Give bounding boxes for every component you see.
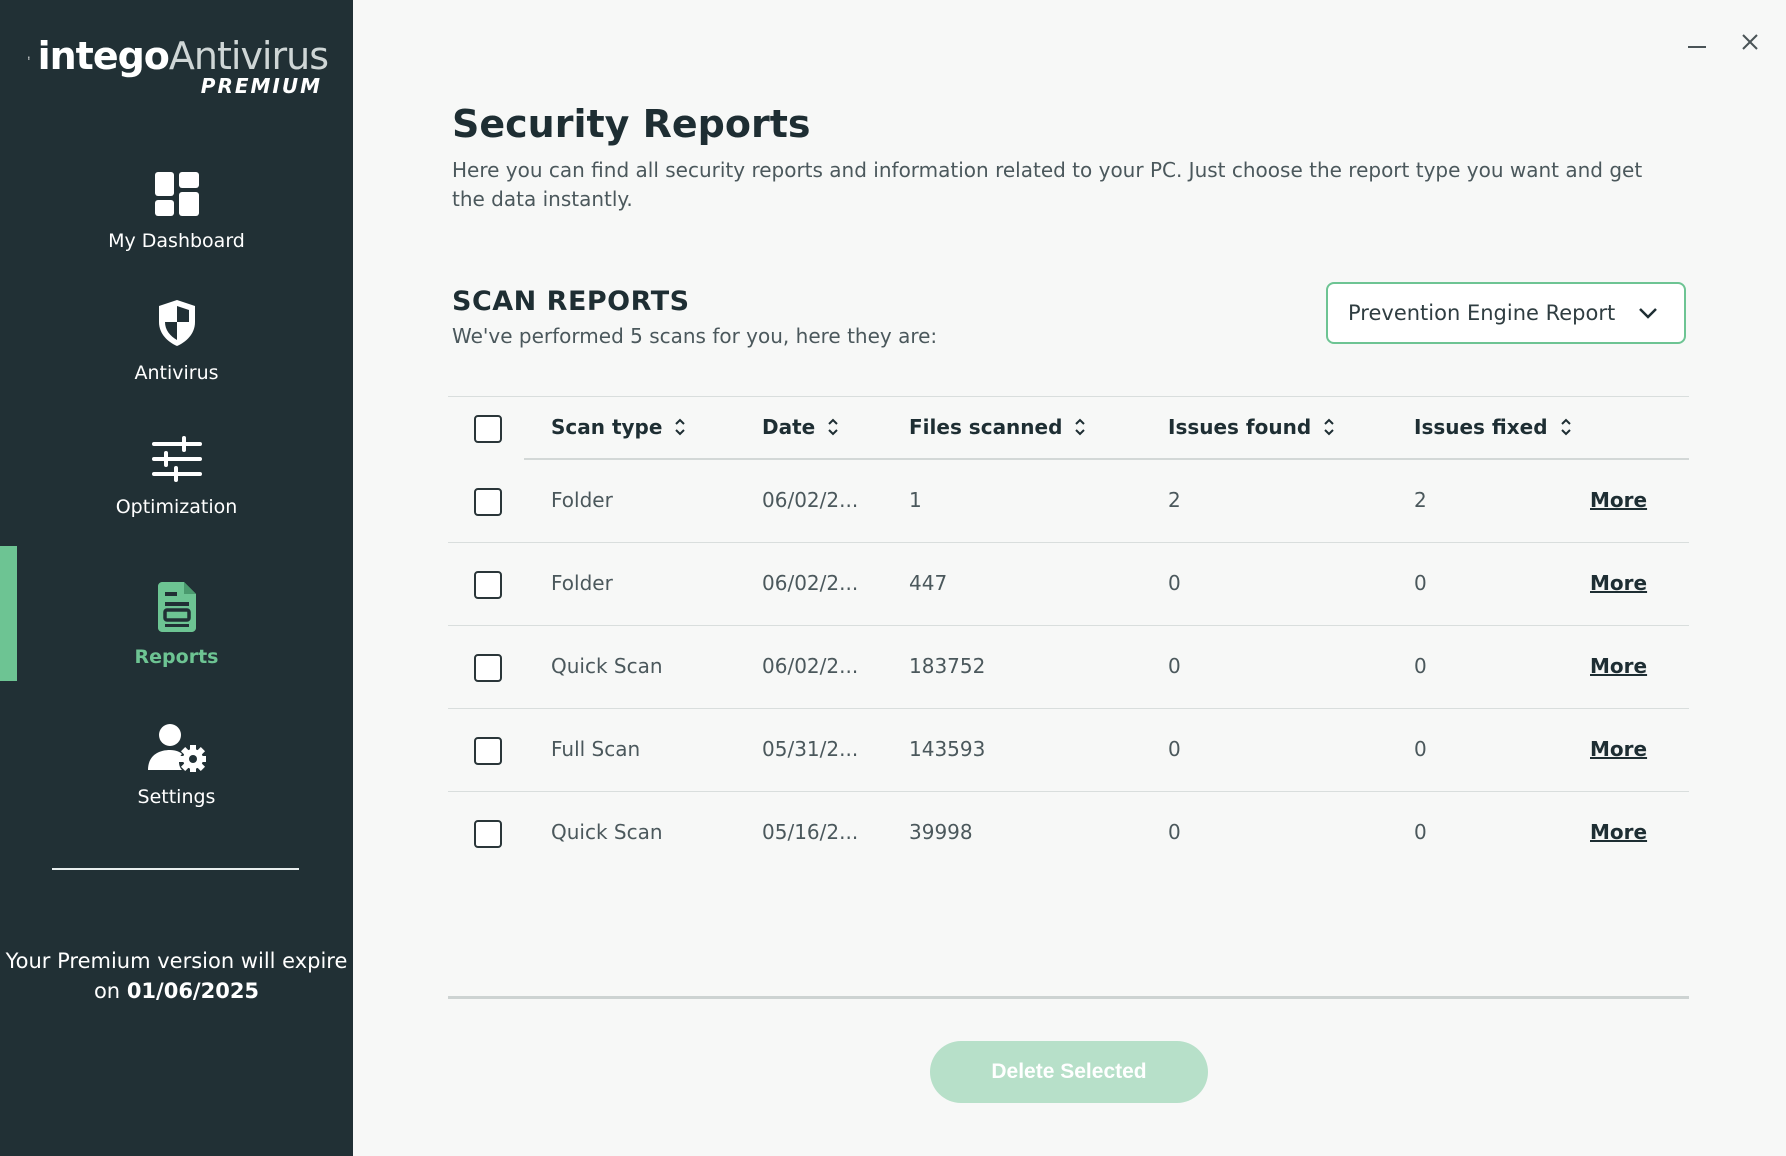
cell-files-scanned: 183752: [909, 654, 986, 678]
table-row: Full Scan 05/31/2... 143593 0 0 More: [448, 709, 1689, 792]
row-checkbox[interactable]: [474, 488, 502, 516]
cell-issues-fixed: 2: [1414, 488, 1427, 512]
table-row: Folder 06/02/2... 1 2 2 More: [448, 460, 1689, 543]
cell-issues-found: 0: [1168, 737, 1181, 761]
cell-issues-found: 2: [1168, 488, 1181, 512]
column-header-date[interactable]: Date: [762, 415, 839, 439]
more-link[interactable]: More: [1590, 571, 1647, 595]
section-subtitle: We've performed 5 scans for you, here th…: [452, 324, 938, 348]
more-link[interactable]: More: [1590, 737, 1647, 761]
table-row: Quick Scan 06/02/2... 183752 0 0 More: [448, 626, 1689, 709]
close-icon[interactable]: [1740, 32, 1760, 52]
cell-files-scanned: 39998: [909, 820, 973, 844]
cell-files-scanned: 143593: [909, 737, 986, 761]
expiration-date: 01/06/2025: [126, 979, 260, 1003]
row-checkbox[interactable]: [474, 654, 502, 682]
column-header-issues-fixed[interactable]: Issues fixed: [1414, 415, 1572, 439]
sliders-icon: [151, 436, 202, 482]
table-header: Scan type Date Files scanned Issues foun…: [448, 396, 1689, 460]
column-label: Issues found: [1168, 415, 1312, 439]
shield-icon: [158, 300, 195, 346]
cell-scan-type: Quick Scan: [551, 820, 663, 844]
sidebar-item-settings[interactable]: Settings: [0, 724, 353, 808]
row-checkbox[interactable]: [474, 820, 502, 848]
page-description: Here you can find all security reports a…: [452, 158, 1643, 211]
sort-icon: [1075, 418, 1086, 436]
cell-files-scanned: 1: [909, 488, 922, 512]
column-header-files-scanned[interactable]: Files scanned: [909, 415, 1086, 439]
sort-icon: [1560, 418, 1571, 436]
cell-scan-type: Quick Scan: [551, 654, 663, 678]
dashboard-icon: [154, 172, 199, 216]
intego-tower-icon: [28, 56, 30, 60]
sidebar-divider: [52, 868, 299, 870]
row-checkbox[interactable]: [474, 571, 502, 599]
cell-issues-fixed: 0: [1414, 820, 1427, 844]
expiration-notice: Your Premium version will expire on 01/0…: [0, 946, 353, 1006]
cell-issues-found: 0: [1168, 571, 1181, 595]
scan-reports-table: Scan type Date Files scanned Issues foun…: [448, 396, 1689, 875]
sidebar: intego Antivirus PREMIUM My Dashboard An…: [0, 0, 353, 1156]
user-gear-icon: [147, 724, 206, 772]
cell-files-scanned: 447: [909, 571, 948, 595]
brand-logo: intego Antivirus PREMIUM: [28, 34, 329, 104]
sidebar-item-reports[interactable]: Reports: [0, 582, 353, 668]
row-checkbox[interactable]: [474, 737, 502, 765]
cell-issues-found: 0: [1168, 820, 1181, 844]
table-row: Quick Scan 05/16/2... 39998 0 0 More: [448, 792, 1689, 875]
report-type-dropdown[interactable]: Prevention Engine Report: [1326, 282, 1686, 344]
column-label: Files scanned: [909, 415, 1063, 439]
cell-date: 06/02/2...: [762, 488, 859, 512]
cell-issues-fixed: 0: [1414, 737, 1427, 761]
column-label: Scan type: [551, 415, 663, 439]
cell-issues-fixed: 0: [1414, 571, 1427, 595]
cell-issues-found: 0: [1168, 654, 1181, 678]
sidebar-item-label: Reports: [134, 646, 219, 668]
cell-issues-fixed: 0: [1414, 654, 1427, 678]
sidebar-item-my-dashboard[interactable]: My Dashboard: [0, 172, 353, 252]
sidebar-item-optimization[interactable]: Optimization: [0, 436, 353, 518]
column-header-scan-type[interactable]: Scan type: [551, 415, 686, 439]
report-type-selected: Prevention Engine Report: [1348, 301, 1616, 325]
page-title: Security Reports: [452, 102, 811, 146]
sidebar-item-label: Antivirus: [134, 362, 219, 384]
sort-icon: [828, 418, 838, 436]
sidebar-item-antivirus[interactable]: Antivirus: [0, 298, 353, 384]
cell-date: 06/02/2...: [762, 654, 859, 678]
cell-date: 06/02/2...: [762, 571, 859, 595]
chevron-down-icon: [1639, 308, 1657, 319]
table-bottom-divider: [448, 996, 1689, 999]
sort-icon: [1324, 418, 1334, 436]
sort-icon: [675, 418, 686, 436]
section-title: SCAN REPORTS: [452, 286, 690, 317]
column-label: Date: [762, 415, 816, 439]
report-document-icon: [157, 582, 196, 632]
more-link[interactable]: More: [1590, 820, 1647, 844]
sidebar-item-label: Optimization: [115, 496, 238, 518]
select-all-checkbox[interactable]: [474, 415, 502, 443]
sidebar-item-label: My Dashboard: [108, 230, 245, 252]
cell-date: 05/16/2...: [762, 820, 859, 844]
delete-selected-button[interactable]: Delete Selected: [930, 1041, 1208, 1103]
cell-scan-type: Folder: [551, 488, 613, 512]
brand-name-light: Antivirus: [168, 34, 329, 78]
more-link[interactable]: More: [1590, 488, 1647, 512]
brand-name-bold: intego: [37, 34, 170, 78]
minimize-button[interactable]: [1688, 46, 1706, 48]
more-link[interactable]: More: [1590, 654, 1647, 678]
table-row: Folder 06/02/2... 447 0 0 More: [448, 543, 1689, 626]
cell-scan-type: Full Scan: [551, 737, 641, 761]
sidebar-item-label: Settings: [137, 786, 216, 808]
brand-tier: PREMIUM: [200, 74, 322, 98]
column-label: Issues fixed: [1414, 415, 1548, 439]
column-header-issues-found[interactable]: Issues found: [1168, 415, 1335, 439]
cell-scan-type: Folder: [551, 571, 613, 595]
cell-date: 05/31/2...: [762, 737, 859, 761]
